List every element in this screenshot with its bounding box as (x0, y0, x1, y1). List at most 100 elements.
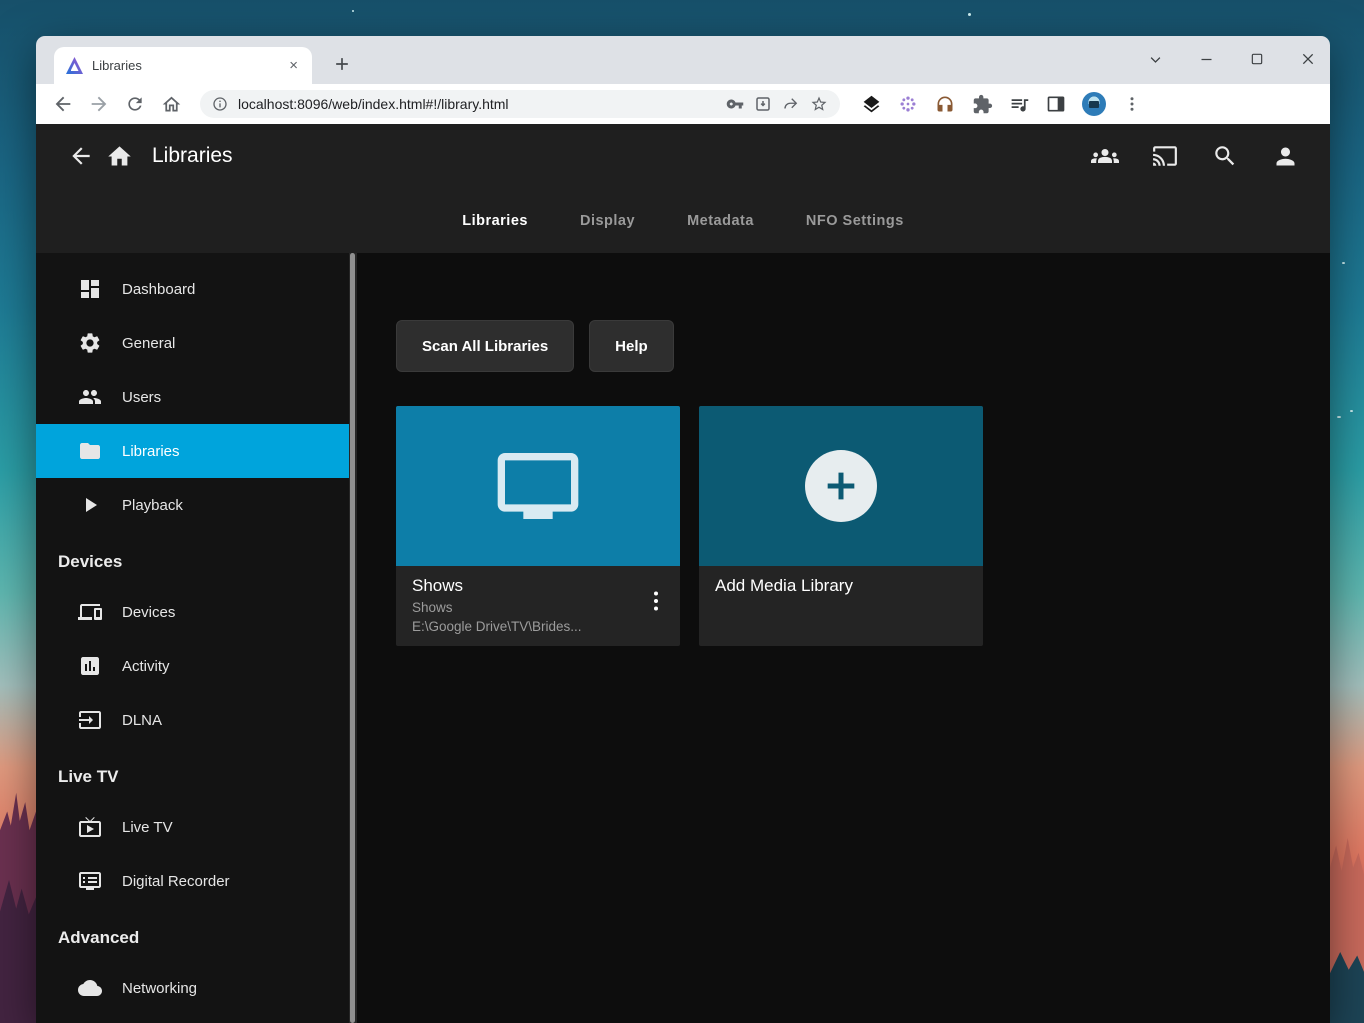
sidebar-item-label: Activity (122, 658, 170, 675)
home-button[interactable] (156, 89, 186, 119)
scrollbar-thumb[interactable] (350, 253, 355, 1023)
tab-display[interactable]: Display (580, 213, 635, 229)
sidebar-scrollbar[interactable] (349, 253, 357, 1023)
tab-libraries[interactable]: Libraries (462, 213, 528, 229)
scan-all-libraries-button[interactable]: Scan All Libraries (396, 320, 574, 372)
library-card-type: Shows (412, 600, 664, 615)
page-title: Libraries (152, 144, 233, 168)
minimize-icon[interactable] (1199, 52, 1214, 67)
sidebar-section-advanced: Advanced (36, 928, 357, 948)
add-card-image[interactable] (699, 406, 983, 566)
headphones-extension-icon[interactable] (934, 93, 956, 115)
address-bar[interactable]: localhost:8096/web/index.html#!/library.… (200, 90, 840, 118)
layers-extension-icon[interactable] (860, 93, 882, 115)
content-area: Dashboard General Users (36, 253, 1330, 1023)
mandala-extension-icon[interactable] (897, 93, 919, 115)
live-tv-icon (78, 815, 102, 839)
jellyfin-favicon-icon (66, 57, 83, 74)
wallpaper-star (1342, 262, 1345, 264)
devices-icon (78, 600, 102, 624)
add-card-footer: Add Media Library (699, 566, 983, 646)
search-icon[interactable] (1206, 137, 1244, 175)
browser-tab-strip: Libraries × (36, 36, 1330, 84)
sidebar-item-label: Dashboard (122, 281, 195, 298)
add-card-title: Add Media Library (715, 576, 967, 596)
extensions-puzzle-icon[interactable] (971, 93, 993, 115)
tab-nfo-settings[interactable]: NFO Settings (806, 213, 904, 229)
close-icon[interactable] (1300, 51, 1316, 67)
sidebar-item-digital-recorder[interactable]: Digital Recorder (36, 854, 357, 908)
wallpaper-star (968, 13, 971, 16)
sidebar-item-label: Digital Recorder (122, 873, 230, 890)
bookmark-star-icon[interactable] (810, 95, 828, 113)
chrome-menu-icon[interactable] (1121, 93, 1143, 115)
browser-toolbar: localhost:8096/web/index.html#!/library.… (36, 84, 1330, 124)
wallpaper-star (352, 10, 354, 12)
sidebar-item-label: General (122, 335, 175, 352)
sidebar-item-playback[interactable]: Playback (36, 478, 357, 532)
sidebar-item-live-tv[interactable]: Live TV (36, 800, 357, 854)
sidebar-item-general[interactable]: General (36, 316, 357, 370)
tab-close-icon[interactable]: × (285, 56, 302, 75)
settings-tabs: Libraries Display Metadata NFO Settings (36, 188, 1330, 253)
back-button[interactable] (48, 89, 78, 119)
tab-metadata[interactable]: Metadata (687, 213, 754, 229)
media-playlist-icon[interactable] (1008, 93, 1030, 115)
password-key-icon[interactable] (726, 95, 744, 113)
help-button[interactable]: Help (589, 320, 674, 372)
add-plus-icon (805, 450, 877, 522)
sidebar: Dashboard General Users (36, 253, 357, 1023)
jellyfin-page: Libraries Libraries Display Metadata (36, 124, 1330, 1023)
sidebar-item-dlna[interactable]: DLNA (36, 693, 357, 747)
back-arrow-icon[interactable] (62, 137, 100, 175)
sidebar-section-live-tv: Live TV (36, 767, 357, 787)
libraries-main: Scan All Libraries Help Shows Shows E:\G… (357, 253, 1330, 1023)
install-app-icon[interactable] (754, 95, 772, 113)
people-icon (78, 385, 102, 409)
folder-icon (78, 439, 102, 463)
actions-row: Scan All Libraries Help (396, 320, 1330, 372)
profile-avatar[interactable] (1082, 92, 1106, 116)
sidebar-item-activity[interactable]: Activity (36, 639, 357, 693)
url-text[interactable]: localhost:8096/web/index.html#!/library.… (238, 96, 716, 112)
library-card-image[interactable] (396, 406, 680, 566)
library-card-title: Shows (412, 576, 664, 596)
browser-window: Libraries × localhost (36, 36, 1330, 1023)
side-panel-icon[interactable] (1045, 93, 1067, 115)
sidebar-item-libraries[interactable]: Libraries (36, 424, 357, 478)
users-group-icon[interactable] (1086, 137, 1124, 175)
activity-chart-icon (78, 654, 102, 678)
tab-search-chevron-icon[interactable] (1148, 52, 1163, 67)
browser-tab[interactable]: Libraries × (54, 47, 312, 84)
account-icon[interactable] (1266, 137, 1304, 175)
share-icon[interactable] (782, 95, 800, 113)
forward-button[interactable] (84, 89, 114, 119)
extensions-area (860, 92, 1143, 116)
sidebar-item-label: Playback (122, 497, 183, 514)
settings-gear-icon (78, 331, 102, 355)
maximize-icon[interactable] (1250, 52, 1264, 66)
library-card-footer: Shows Shows E:\Google Drive\TV\Brides... (396, 566, 680, 646)
window-controls (1148, 36, 1316, 82)
sidebar-section-devices: Devices (36, 552, 357, 572)
cast-icon[interactable] (1146, 137, 1184, 175)
sidebar-item-dashboard[interactable]: Dashboard (36, 262, 357, 316)
new-tab-button[interactable] (328, 50, 356, 78)
sidebar-item-label: Devices (122, 604, 175, 621)
library-cards: Shows Shows E:\Google Drive\TV\Brides... (396, 406, 1330, 646)
sidebar-item-label: Users (122, 389, 161, 406)
sidebar-item-users[interactable]: Users (36, 370, 357, 424)
app-header: Libraries (36, 124, 1330, 188)
reload-button[interactable] (120, 89, 150, 119)
input-icon (78, 708, 102, 732)
tab-title: Libraries (92, 58, 276, 73)
home-icon[interactable] (100, 137, 138, 175)
cloud-icon (78, 976, 102, 1000)
sidebar-item-networking[interactable]: Networking (36, 961, 357, 1015)
sidebar-item-devices[interactable]: Devices (36, 585, 357, 639)
add-media-library-card[interactable]: Add Media Library (699, 406, 983, 646)
site-info-icon[interactable] (212, 96, 228, 112)
more-vert-icon[interactable] (646, 588, 666, 619)
library-card-path: E:\Google Drive\TV\Brides... (412, 619, 637, 634)
library-card-shows[interactable]: Shows Shows E:\Google Drive\TV\Brides... (396, 406, 680, 646)
